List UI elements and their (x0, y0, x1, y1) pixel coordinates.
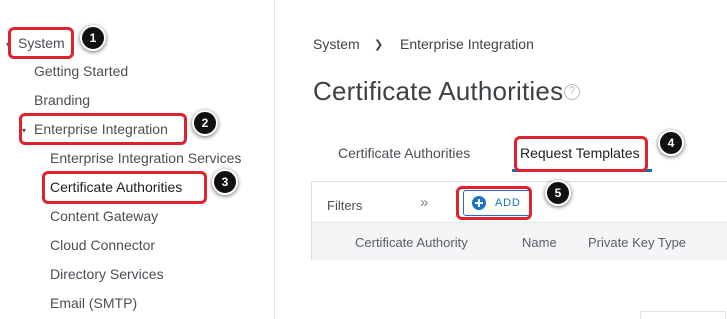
breadcrumb-current: Enterprise Integration (400, 36, 534, 52)
filters-label: Filters (327, 198, 363, 213)
callout-badge-1: 1 (80, 25, 106, 51)
sidebar-item-directory-services[interactable]: Directory Services (50, 266, 164, 282)
sidebar-item-content-gateway[interactable]: Content Gateway (50, 208, 158, 224)
sidebar-item-branding[interactable]: Branding (34, 92, 90, 108)
breadcrumb-root[interactable]: System (313, 36, 360, 52)
highlight-box-5 (456, 186, 532, 220)
sidebar-item-getting-started[interactable]: Getting Started (34, 63, 128, 79)
panel-edge (640, 311, 726, 319)
highlight-box-1 (8, 27, 74, 59)
column-header-name[interactable]: Name (522, 235, 557, 250)
highlight-box-3 (42, 171, 207, 204)
callout-badge-2: 2 (192, 110, 218, 136)
callout-badge-4: 4 (658, 130, 684, 156)
column-header-certificate-authority[interactable]: Certificate Authority (355, 235, 468, 250)
tab-certificate-authorities[interactable]: Certificate Authorities (338, 145, 470, 161)
expand-filters-icon[interactable]: » (420, 194, 428, 211)
highlight-box-4 (514, 136, 648, 172)
chevron-right-icon: ❯ (374, 39, 384, 51)
sidebar-item-enterprise-integration-services[interactable]: Enterprise Integration Services (50, 150, 241, 166)
column-header-private-key-type[interactable]: Private Key Type (588, 235, 686, 250)
page-title: Certificate Authorities (313, 76, 564, 106)
sidebar-item-cloud-connector[interactable]: Cloud Connector (50, 237, 155, 253)
highlight-box-2 (19, 113, 187, 145)
callout-badge-3: 3 (212, 169, 238, 195)
sidebar-item-email-smtp[interactable]: Email (SMTP) (50, 295, 137, 311)
help-icon[interactable]: ? (564, 84, 580, 100)
callout-badge-5: 5 (545, 180, 571, 206)
table-header: Certificate Authority Name Private Key T… (312, 223, 727, 260)
